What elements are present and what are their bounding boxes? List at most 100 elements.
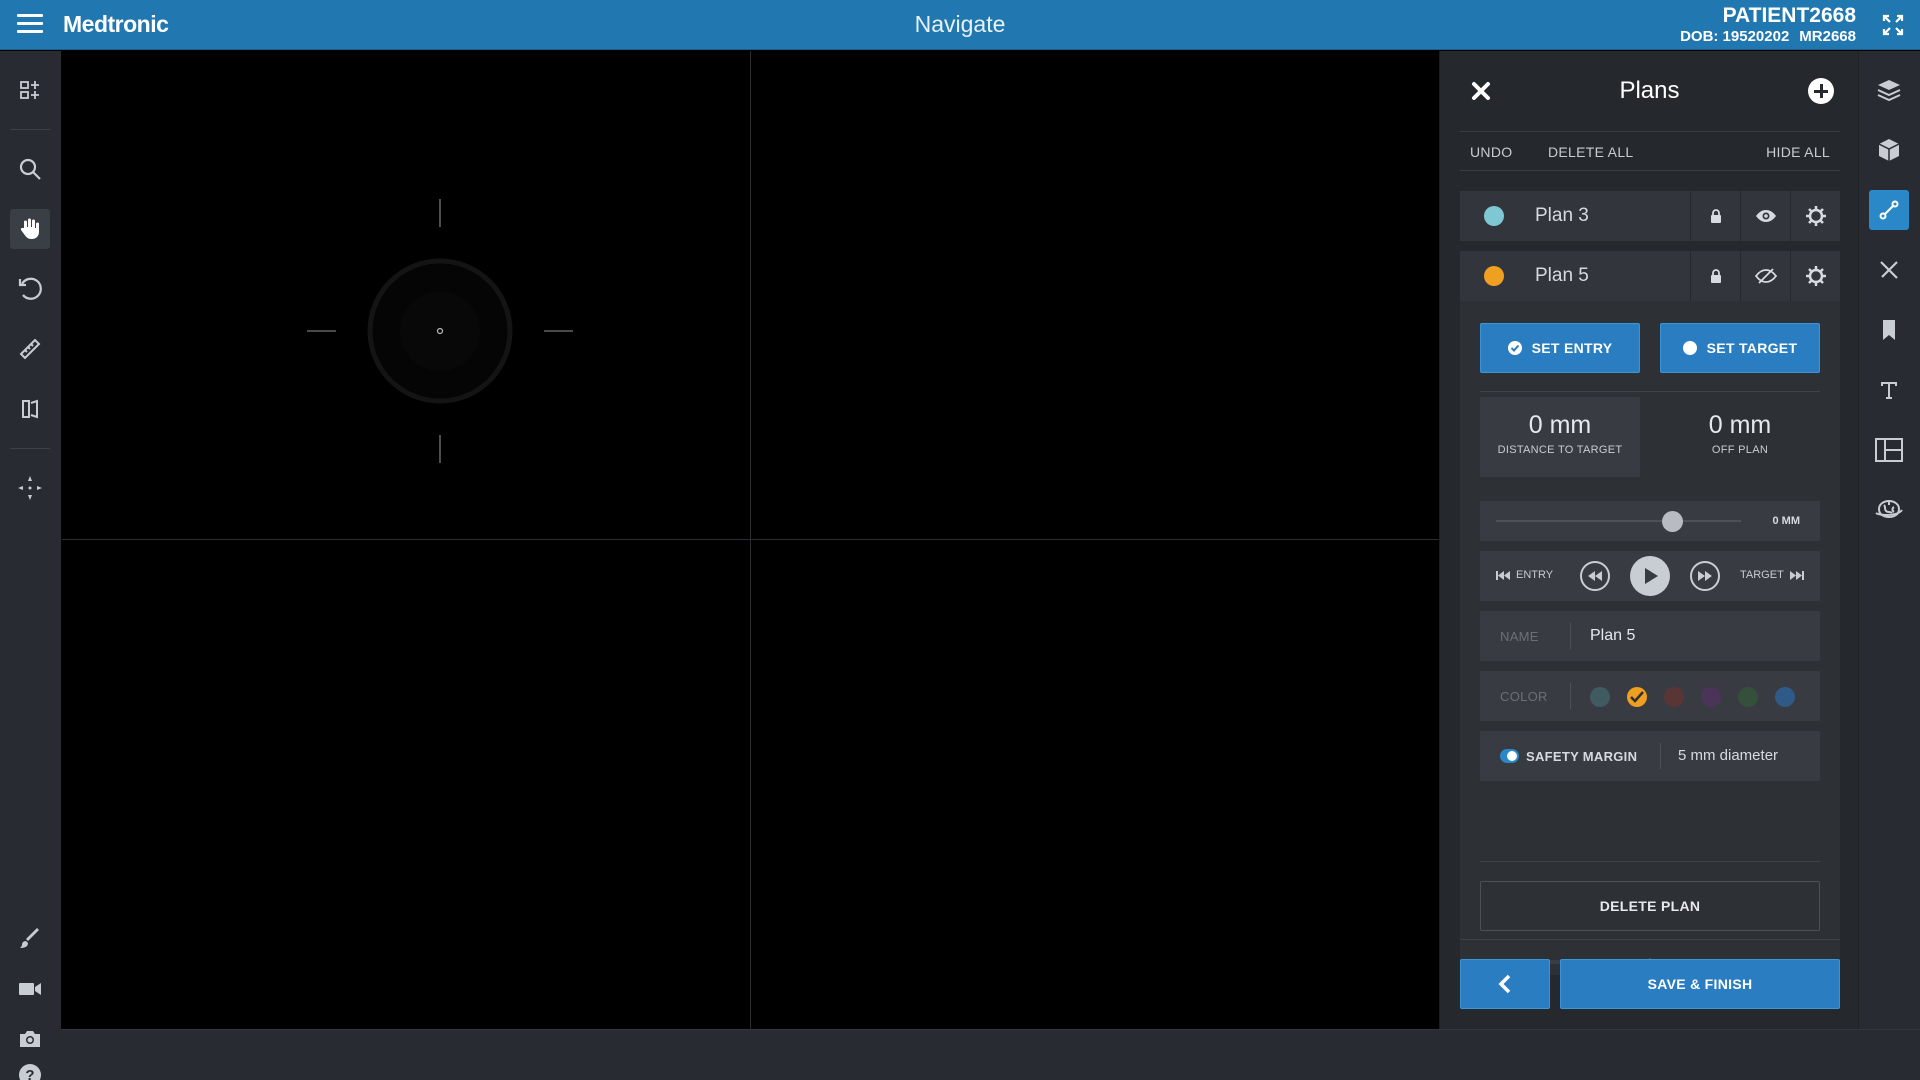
plan-row-plan-3[interactable]: Plan 3 <box>1460 191 1840 241</box>
camera-icon[interactable] <box>10 1019 50 1059</box>
fullscreen-icon[interactable] <box>1882 14 1904 36</box>
undo-button[interactable]: UNDO <box>1470 144 1512 160</box>
field-divider <box>1570 683 1571 709</box>
trajectory-icon[interactable] <box>1869 190 1909 230</box>
layout-icon[interactable] <box>10 70 50 110</box>
app-root: Medtronic Navigate PATIENT2668 DOB: 1952… <box>0 0 1920 1080</box>
layout-icon[interactable] <box>1869 430 1909 470</box>
color-swatch-blue[interactable] <box>1775 687 1795 707</box>
patient-mrn: MR2668 <box>1799 28 1856 45</box>
pan-hand-icon[interactable] <box>10 209 50 249</box>
hide-all-button[interactable]: HIDE ALL <box>1766 144 1830 160</box>
hamburger-menu-icon[interactable] <box>17 14 43 36</box>
add-plan-icon[interactable] <box>1808 78 1834 104</box>
play-button[interactable] <box>1630 556 1670 596</box>
jump-to-target-button[interactable]: TARGET <box>1740 569 1804 581</box>
brain-icon[interactable] <box>1869 490 1909 530</box>
delete-plan-button[interactable]: DELETE PLAN <box>1480 881 1820 931</box>
patient-name: PATIENT2668 <box>1722 4 1856 27</box>
color-swatch-teal[interactable] <box>1590 687 1610 707</box>
skip-forward-icon <box>1789 570 1804 580</box>
check-circle-icon <box>1507 341 1522 355</box>
slider-track[interactable] <box>1496 520 1741 522</box>
field-divider <box>1570 623 1571 649</box>
offplan-label: OFF PLAN <box>1711 444 1769 456</box>
color-swatch-orange-selected[interactable] <box>1627 687 1647 707</box>
delete-all-button[interactable]: DELETE ALL <box>1548 144 1634 160</box>
lock-icon[interactable] <box>1690 191 1740 241</box>
svg-text:?: ? <box>25 1067 34 1080</box>
video-icon[interactable] <box>10 969 50 1009</box>
right-toolbar <box>1858 51 1920 1029</box>
slider-handle[interactable] <box>1661 511 1683 532</box>
rewind-button[interactable] <box>1580 561 1610 591</box>
safety-margin-label: SAFETY MARGIN <box>1526 749 1638 764</box>
set-target-label: SET TARGET <box>1706 340 1798 356</box>
circle-icon <box>1682 341 1697 355</box>
toolbar-divider <box>10 129 50 130</box>
color-label: COLOR <box>1500 689 1548 704</box>
tools-icon[interactable] <box>1869 250 1909 290</box>
eye-icon[interactable] <box>1740 191 1790 241</box>
plan-actions-bar: UNDO DELETE ALL HIDE ALL <box>1460 131 1840 171</box>
jump-to-entry-button[interactable]: ENTRY <box>1496 569 1553 581</box>
plan-editor: SET ENTRY SET TARGET 0 mm DISTANCE TO TA… <box>1460 301 1840 975</box>
plan-name-input[interactable] <box>1590 621 1810 651</box>
safety-margin-toggle[interactable] <box>1500 749 1519 763</box>
bottom-status-bar <box>61 1029 1920 1080</box>
skip-back-icon <box>1496 570 1510 580</box>
help-icon[interactable]: ? <box>10 1055 50 1080</box>
rotate-icon[interactable] <box>10 269 50 309</box>
plans-panel: Plans UNDO DELETE ALL HIDE ALL Plan 3 Pl… <box>1439 51 1858 1029</box>
rewind-icon <box>1588 571 1602 581</box>
flip-icon[interactable] <box>10 389 50 429</box>
target-label: TARGET <box>1740 569 1784 581</box>
color-swatch-purple[interactable] <box>1701 687 1721 707</box>
plan-row-plan-5[interactable]: Plan 5 <box>1460 251 1840 301</box>
image-viewport[interactable] <box>62 51 1439 1029</box>
entry-label: ENTRY <box>1516 569 1554 581</box>
divider <box>1480 861 1820 862</box>
back-button[interactable] <box>1460 959 1550 1009</box>
off-plan-readout: 0 mm OFF PLAN <box>1660 397 1820 477</box>
divider <box>1480 391 1820 392</box>
search-icon[interactable] <box>10 149 50 189</box>
eye-hidden-icon[interactable] <box>1740 251 1790 301</box>
center-icon[interactable] <box>10 468 50 508</box>
name-label: NAME <box>1500 629 1539 644</box>
brand-logo: Medtronic <box>63 11 169 37</box>
layers-icon[interactable] <box>1869 70 1909 110</box>
depth-slider[interactable]: 0 MM <box>1480 501 1820 541</box>
play-icon <box>1645 568 1658 584</box>
distance-value: 0 mm <box>1528 411 1592 439</box>
left-toolbar: ? <box>0 51 61 1080</box>
gear-icon[interactable] <box>1790 251 1840 301</box>
set-entry-button[interactable]: SET ENTRY <box>1480 323 1640 373</box>
viewport-divider-horizontal <box>62 539 1439 540</box>
panel-title: Plans <box>1619 77 1680 104</box>
color-swatch-green[interactable] <box>1738 687 1758 707</box>
field-divider <box>1660 743 1661 769</box>
color-swatch-red[interactable] <box>1664 687 1684 707</box>
lock-icon[interactable] <box>1690 251 1740 301</box>
gear-icon[interactable] <box>1790 191 1840 241</box>
playback-controls: ENTRY TARGET <box>1480 551 1820 601</box>
chevron-left-icon <box>1498 974 1511 994</box>
plan-name-field: NAME <box>1480 611 1820 661</box>
patient-dob: DOB: 19520202 <box>1680 28 1790 45</box>
fast-forward-button[interactable] <box>1690 561 1720 591</box>
plan-name: Plan 5 <box>1535 265 1589 286</box>
cube-icon[interactable] <box>1869 130 1909 170</box>
set-target-button[interactable]: SET TARGET <box>1660 323 1820 373</box>
brush-icon[interactable] <box>10 919 50 959</box>
save-finish-button[interactable]: SAVE & FINISH <box>1560 959 1840 1009</box>
distance-label: DISTANCE TO TARGET <box>1497 444 1623 456</box>
patient-details: DOB: 19520202 MR2668 <box>1680 27 1856 46</box>
bookmark-icon[interactable] <box>1869 310 1909 350</box>
plan-color-dot <box>1484 206 1504 226</box>
ruler-icon[interactable] <box>10 329 50 369</box>
safety-margin-value[interactable]: 5 mm diameter <box>1678 747 1778 764</box>
checkmark-icon <box>1630 691 1644 703</box>
text-icon[interactable] <box>1869 370 1909 410</box>
distance-to-target-readout: 0 mm DISTANCE TO TARGET <box>1480 397 1640 477</box>
